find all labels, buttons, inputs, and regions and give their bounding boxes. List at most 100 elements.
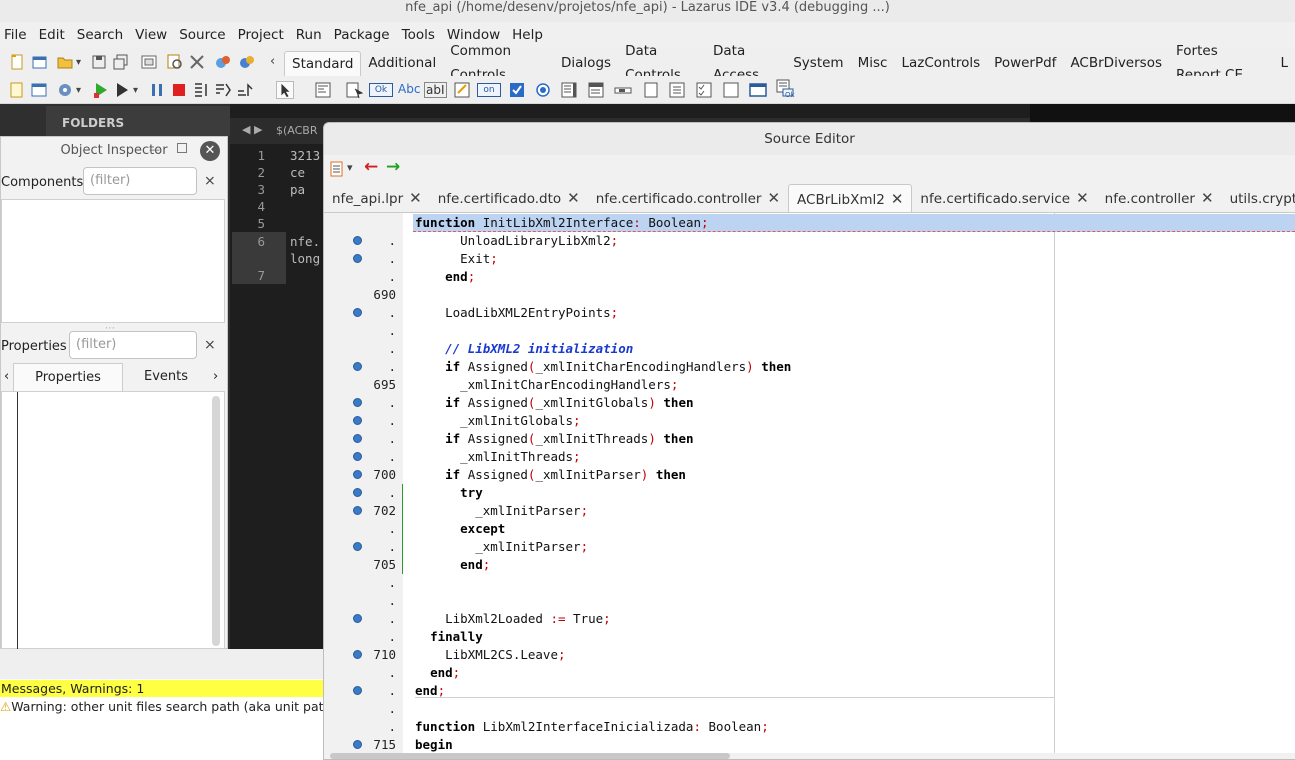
tpopupmenu-icon[interactable] bbox=[345, 81, 363, 99]
code-line[interactable]: _xmlInitGlobals; bbox=[415, 412, 580, 430]
close-tab-icon[interactable]: ✕ bbox=[409, 189, 422, 207]
palette-tab-powerpdf[interactable]: PowerPdf bbox=[987, 51, 1063, 75]
toggle-form-unit-icon[interactable] bbox=[140, 53, 158, 71]
tgroupbox-icon[interactable] bbox=[642, 81, 660, 99]
menu-view[interactable]: View bbox=[129, 27, 173, 43]
messages-splitter[interactable] bbox=[0, 649, 325, 679]
code-line[interactable]: _xmlInitCharEncodingHandlers; bbox=[415, 376, 678, 394]
breakpoint-marker-icon[interactable] bbox=[353, 542, 362, 551]
messages-header[interactable]: Messages, Warnings: 1 bbox=[0, 680, 325, 697]
code-line[interactable]: try bbox=[415, 484, 483, 502]
component-tree[interactable] bbox=[1, 199, 225, 323]
menu-project[interactable]: Project bbox=[232, 27, 290, 43]
clear-filter-icon[interactable]: ⨯ bbox=[204, 173, 224, 193]
code-line[interactable]: function InitLibXml2Interface: Boolean; bbox=[415, 214, 709, 232]
breakpoint-marker-icon[interactable] bbox=[353, 434, 362, 443]
breakpoint-marker-icon[interactable] bbox=[353, 362, 362, 371]
tab-scroll-left-icon[interactable]: ‹ bbox=[4, 369, 9, 384]
code-line[interactable]: _xmlInitParser; bbox=[415, 538, 588, 556]
code-line[interactable]: Exit; bbox=[415, 250, 498, 268]
project-options-icon[interactable] bbox=[188, 53, 206, 71]
code-line[interactable]: if Assigned(_xmlInitThreads) then bbox=[415, 430, 693, 448]
background-editor-tab[interactable]: $(ACBR bbox=[276, 124, 318, 137]
code-line[interactable]: if Assigned(_xmlInitGlobals) then bbox=[415, 394, 693, 412]
open-recent-chevron-icon[interactable]: ▾ bbox=[76, 57, 81, 68]
breakpoint-marker-icon[interactable] bbox=[353, 506, 362, 515]
tedit-icon[interactable]: abI bbox=[424, 82, 447, 98]
editor-gutter[interactable]: ...690...-.695....700.702..705....710...… bbox=[330, 213, 415, 753]
new-form-icon[interactable] bbox=[30, 53, 48, 71]
palette-tab-dialogs[interactable]: Dialogs bbox=[554, 51, 618, 75]
breakpoint-marker-icon[interactable] bbox=[353, 470, 362, 479]
menu-tools[interactable]: Tools bbox=[396, 27, 441, 43]
code-line[interactable]: _xmlInitThreads; bbox=[415, 448, 580, 466]
tradiogroup-icon[interactable] bbox=[668, 81, 686, 99]
maximize-icon[interactable] bbox=[177, 143, 187, 153]
editor-tab[interactable]: nfe.certificado.service ✕ bbox=[912, 184, 1096, 212]
code-line[interactable]: // LibXML2 initialization bbox=[415, 340, 633, 358]
menu-edit[interactable]: Edit bbox=[33, 27, 71, 43]
save-icon[interactable] bbox=[90, 53, 108, 71]
tab-scroll-right-icon[interactable]: › bbox=[213, 369, 218, 384]
code-line[interactable]: LibXml2Loaded := True; bbox=[415, 610, 611, 628]
tmemo-icon[interactable] bbox=[453, 81, 471, 99]
tframe-icon[interactable] bbox=[749, 81, 767, 99]
code-line[interactable]: LibXML2CS.Leave; bbox=[415, 646, 565, 664]
component-icon[interactable] bbox=[214, 53, 232, 71]
new-unit-icon[interactable] bbox=[8, 53, 26, 71]
tpanel-icon[interactable] bbox=[722, 81, 740, 99]
palette-tab-lazcontrols[interactable]: LazControls bbox=[894, 51, 987, 75]
code-line[interactable]: end; bbox=[415, 682, 445, 700]
code-area[interactable]: function InitLibXml2Interface: Boolean; … bbox=[403, 213, 1295, 753]
close-tab-icon[interactable]: ✕ bbox=[891, 190, 904, 208]
editor-tab[interactable]: nfe.controller ✕ bbox=[1097, 184, 1222, 212]
menu-package[interactable]: Package bbox=[328, 27, 396, 43]
jump-back-icon[interactable]: ← bbox=[364, 157, 378, 177]
code-line[interactable]: end; bbox=[415, 664, 460, 682]
close-tab-icon[interactable]: ✕ bbox=[1201, 189, 1214, 207]
close-tab-icon[interactable]: ✕ bbox=[1076, 189, 1089, 207]
breakpoint-marker-icon[interactable] bbox=[353, 308, 362, 317]
tab-events[interactable]: Events bbox=[125, 363, 207, 391]
tcheckgroup-icon[interactable] bbox=[695, 81, 713, 99]
editor-tab[interactable]: utils.crypt✕ bbox=[1222, 184, 1295, 212]
build-mode-icon[interactable] bbox=[56, 81, 74, 99]
palette-tab-standard[interactable]: Standard bbox=[284, 50, 362, 76]
palette-tab-additional[interactable]: Additional bbox=[361, 51, 443, 75]
breakpoint-marker-icon[interactable] bbox=[353, 488, 362, 497]
code-line[interactable]: except bbox=[415, 520, 505, 538]
tradiobutton-icon[interactable] bbox=[534, 81, 552, 99]
breakpoint-marker-icon[interactable] bbox=[353, 614, 362, 623]
code-line[interactable]: end; bbox=[415, 268, 475, 286]
breakpoint-marker-icon[interactable] bbox=[353, 452, 362, 461]
selection-tool-icon[interactable] bbox=[276, 81, 294, 99]
ttogglebox-icon[interactable]: on bbox=[477, 83, 501, 97]
palette-tab-acbrdiversos[interactable]: ACBrDiversos bbox=[1063, 51, 1169, 75]
editor-tab[interactable]: nfe.certificado.dto ✕ bbox=[430, 184, 588, 212]
step-over-icon[interactable] bbox=[214, 81, 232, 99]
palette-tab-system[interactable]: System bbox=[786, 51, 850, 75]
close-tab-icon[interactable]: ✕ bbox=[567, 189, 580, 207]
build-mode-chevron-icon[interactable]: ▾ bbox=[76, 85, 81, 96]
code-line[interactable]: function LibXml2InterfaceInicializada: B… bbox=[415, 718, 769, 736]
view-form-icon[interactable] bbox=[30, 81, 48, 99]
close-tab-icon[interactable]: ✕ bbox=[767, 189, 780, 207]
vertical-scrollbar[interactable] bbox=[212, 396, 220, 646]
breakpoint-marker-icon[interactable] bbox=[353, 740, 362, 749]
tbutton-icon[interactable]: Ok bbox=[369, 83, 393, 97]
tmainmenu-icon[interactable] bbox=[314, 81, 332, 99]
editor-menu-icon[interactable] bbox=[330, 161, 344, 177]
pause-icon[interactable] bbox=[148, 81, 166, 99]
breakpoint-marker-icon[interactable] bbox=[353, 398, 362, 407]
save-all-icon[interactable] bbox=[112, 53, 130, 71]
menu-search[interactable]: Search bbox=[71, 27, 129, 43]
menu-run[interactable]: Run bbox=[290, 27, 328, 43]
code-line[interactable]: UnloadLibraryLibXml2; bbox=[415, 232, 618, 250]
horizontal-scrollbar[interactable] bbox=[330, 753, 730, 759]
palette-tab-l[interactable]: L bbox=[1273, 51, 1295, 75]
warning-message[interactable]: ⚠Warning: other unit files search path (… bbox=[0, 698, 325, 715]
breakpoint-marker-icon[interactable] bbox=[353, 650, 362, 659]
package-icon[interactable] bbox=[238, 53, 256, 71]
bg-tab-nav-icon[interactable]: ◀ ▶ bbox=[242, 123, 262, 136]
breakpoint-marker-icon[interactable] bbox=[353, 236, 362, 245]
